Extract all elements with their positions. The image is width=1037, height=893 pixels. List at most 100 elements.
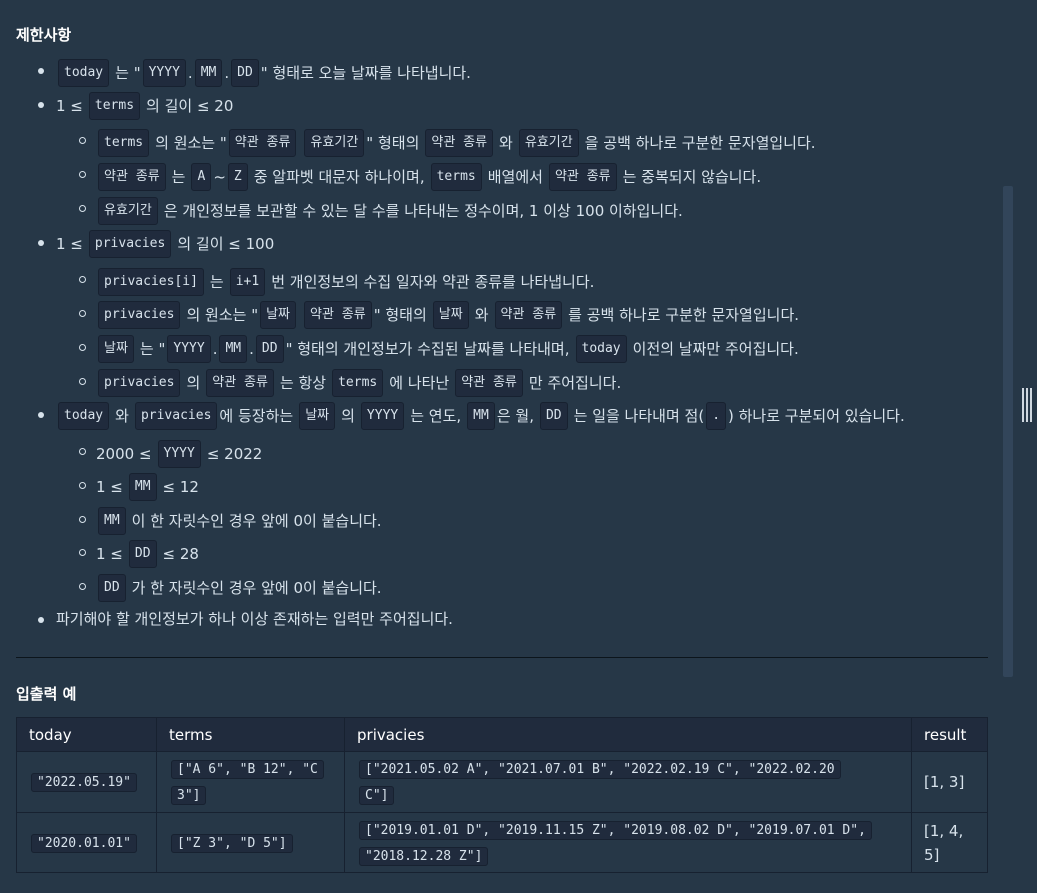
code-mm: MM bbox=[98, 507, 126, 535]
code-term-kind: 약관 종류 bbox=[206, 369, 274, 397]
examples-heading: 입출력 예 bbox=[16, 685, 77, 703]
text: 는 중복되지 않습니다. bbox=[622, 168, 762, 186]
grip-line bbox=[1026, 388, 1028, 422]
text: 은 월, bbox=[496, 407, 534, 425]
text: 는 연도, bbox=[410, 407, 462, 425]
text: 1 ≤ bbox=[96, 478, 123, 496]
code-value: ["A 6", "B 12", "C bbox=[171, 760, 324, 779]
text: 파기해야 할 개인정보가 하나 이상 존재하는 입력만 주어집니다. bbox=[56, 610, 453, 628]
constraint-year-range: 2000 ≤ YYYY ≤ 2022 bbox=[96, 440, 262, 468]
code-dot: . bbox=[706, 402, 727, 430]
text: 만 주어집니다. bbox=[528, 374, 622, 392]
code-date: 날짜 bbox=[299, 402, 336, 430]
code-yyyy: YYYY bbox=[360, 402, 405, 430]
code-value: C"] bbox=[359, 786, 395, 805]
code-dd: DD bbox=[255, 335, 284, 363]
code-mm: MM bbox=[194, 59, 223, 87]
text: 이전의 날짜만 주어집니다. bbox=[632, 340, 799, 358]
code-mm: MM bbox=[128, 473, 157, 501]
text: 는 항상 bbox=[279, 374, 327, 392]
text: . bbox=[212, 340, 218, 358]
text: ) 하나로 구분되어 있습니다. bbox=[728, 407, 905, 425]
text: 는 " bbox=[115, 64, 141, 82]
constraint-valid-period: 유효기간 은 개인정보를 보관할 수 있는 달 수를 나타내는 정수이며, 1 … bbox=[96, 197, 683, 225]
code-term-kind: 약관 종류 bbox=[494, 301, 563, 329]
text: 를 공백 하나로 구분한 문자열입니다. bbox=[568, 306, 800, 324]
code-value: "2022.05.19" bbox=[31, 773, 137, 792]
constraint-date-format: 날짜 는 " YYYY . MM . DD " 형태의 개인정보가 수집된 날짜… bbox=[96, 335, 799, 363]
constraints-heading: 제한사항 bbox=[16, 26, 72, 44]
constraint-terms-length: 1 ≤ terms 의 길이 ≤ 20 bbox=[56, 92, 233, 120]
text: . bbox=[187, 64, 193, 82]
constraint-term-kind: 약관 종류 는 A ~ Z 중 알파벳 대문자 하나이며, terms 배열에서… bbox=[96, 163, 761, 191]
text: " 형태의 bbox=[373, 306, 427, 324]
text: 에 나타난 bbox=[389, 374, 450, 392]
scrollbar[interactable] bbox=[1003, 186, 1013, 677]
text: ≤ 12 bbox=[162, 478, 199, 496]
code-terms: terms bbox=[332, 369, 384, 397]
constraint-day-range: 1 ≤ DD ≤ 28 bbox=[96, 540, 199, 568]
code-dd: DD bbox=[231, 59, 259, 87]
bullet bbox=[79, 482, 86, 489]
text: 는 " bbox=[139, 340, 166, 358]
text: 와 bbox=[499, 134, 513, 152]
text: 와 bbox=[115, 407, 129, 425]
cell-terms: ["Z 3", "D 5"] bbox=[156, 812, 345, 873]
code-terms: terms bbox=[98, 129, 150, 157]
bullet bbox=[79, 583, 86, 590]
table-row: "2022.05.19" ["A 6", "B 12", "C 3"] ["202… bbox=[16, 751, 988, 813]
constraint-privacies-element: privacies 의 원소는 " 날짜 약관 종류 " 형태의 날짜 와 약관… bbox=[96, 301, 799, 329]
code-date: 날짜 bbox=[98, 335, 134, 363]
code-yyyy: YYYY bbox=[142, 59, 186, 87]
header-today: today bbox=[16, 717, 157, 752]
code-yyyy: YYYY bbox=[157, 440, 201, 468]
bullet bbox=[38, 68, 44, 74]
text: 는 일을 나타내며 점( bbox=[573, 407, 705, 425]
code-valid-period: 유효기간 bbox=[304, 129, 365, 157]
code-i-plus-1: i+1 bbox=[229, 268, 266, 296]
result-value: [1, 4, bbox=[924, 821, 964, 840]
code-terms: terms bbox=[430, 163, 482, 191]
bullet bbox=[38, 102, 44, 108]
text: 의 bbox=[341, 407, 355, 425]
constraint-month-range: 1 ≤ MM ≤ 12 bbox=[96, 473, 199, 501]
bullet bbox=[79, 276, 86, 283]
header-terms: terms bbox=[156, 717, 345, 752]
code-today: today bbox=[58, 59, 110, 87]
text: 에 등장하는 bbox=[219, 407, 294, 425]
bullet bbox=[79, 205, 86, 212]
result-value: [1, 3] bbox=[924, 773, 965, 791]
code-yyyy: YYYY bbox=[167, 335, 211, 363]
result-value: 5] bbox=[924, 845, 940, 864]
grip-line bbox=[1030, 388, 1032, 422]
text: " 형태의 개인정보가 수집된 날짜를 나타내며, bbox=[285, 340, 570, 358]
text: 는 bbox=[209, 273, 224, 291]
text: . bbox=[249, 340, 254, 358]
bullet bbox=[38, 240, 44, 246]
code-value: 3"] bbox=[171, 786, 207, 805]
code-value: ["2021.05.02 A", "2021.07.01 B", "2022.0… bbox=[359, 760, 841, 779]
text: ~ bbox=[213, 168, 226, 186]
code-privacies: privacies bbox=[88, 230, 172, 258]
code-valid-period: 유효기간 bbox=[518, 129, 579, 157]
table-header-row: today terms privacies result bbox=[16, 717, 988, 752]
text: 이 한 자릿수인 경우 앞에 0이 붙습니다. bbox=[131, 512, 382, 530]
text: 가 한 자릿수인 경우 앞에 0이 붙습니다. bbox=[131, 579, 382, 597]
code-term-kind: 약관 종류 bbox=[425, 129, 494, 157]
cell-today: "2020.01.01" bbox=[16, 812, 157, 873]
text: 의 원소는 " bbox=[155, 134, 227, 152]
bullet bbox=[38, 617, 44, 623]
text: ≤ 28 bbox=[162, 545, 199, 563]
examples-table: today terms privacies result "2022.05.19… bbox=[16, 717, 988, 873]
bullet bbox=[79, 378, 86, 385]
header-privacies: privacies bbox=[344, 717, 912, 752]
text: 와 bbox=[474, 306, 489, 324]
code-term-kind: 약관 종류 bbox=[455, 369, 523, 397]
text: 1 ≤ bbox=[56, 97, 83, 115]
cell-result: [1, 4, 5] bbox=[911, 812, 988, 873]
bullet bbox=[79, 310, 86, 317]
code-value: "2020.01.01" bbox=[31, 833, 137, 853]
constraint-month-padding: MM 이 한 자릿수인 경우 앞에 0이 붙습니다. bbox=[96, 507, 382, 535]
bullet bbox=[38, 412, 44, 418]
panel-resize-handle[interactable] bbox=[1022, 388, 1032, 422]
